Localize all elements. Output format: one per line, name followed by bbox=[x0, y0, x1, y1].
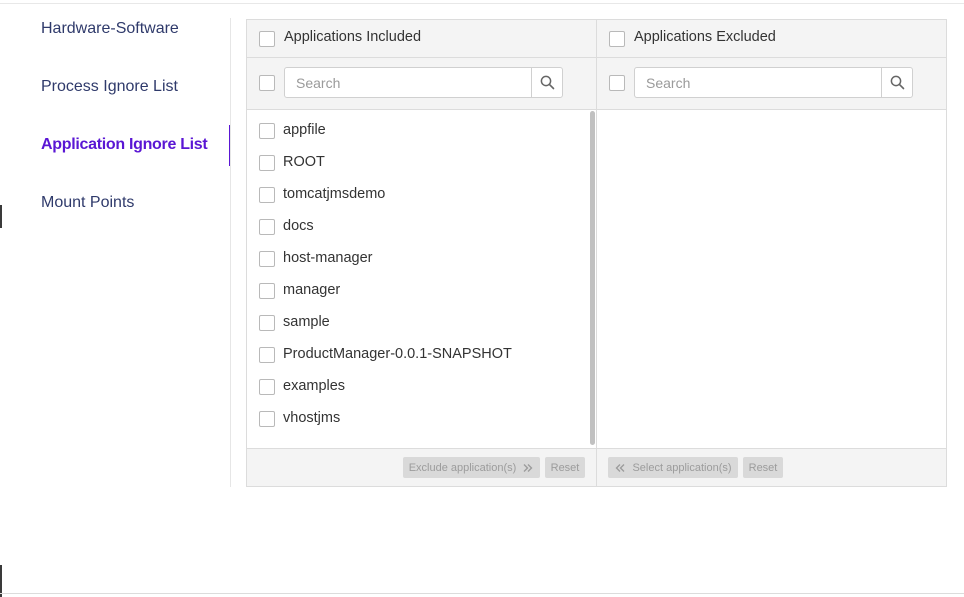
item-label: tomcatjmsdemo bbox=[283, 186, 386, 202]
list-item[interactable]: sample bbox=[247, 309, 596, 341]
excluded-search-input[interactable] bbox=[635, 68, 881, 97]
list-item[interactable]: tomcatjmsdemo bbox=[247, 181, 596, 213]
select-all-included-checkbox[interactable] bbox=[259, 31, 275, 47]
search-icon bbox=[540, 75, 554, 90]
list-item[interactable]: manager bbox=[247, 277, 596, 309]
item-checkbox[interactable] bbox=[259, 379, 275, 395]
list-item[interactable]: examples bbox=[247, 373, 596, 405]
excluded-reset-button[interactable]: Reset bbox=[743, 457, 783, 478]
list-item[interactable]: docs bbox=[247, 213, 596, 245]
item-label: vhostjms bbox=[283, 410, 341, 426]
select-filtered-excluded-checkbox[interactable] bbox=[609, 75, 625, 91]
sidebar-item-process-ignore-list[interactable]: Process Ignore List bbox=[41, 78, 178, 96]
select-applications-label: Select application(s) bbox=[632, 461, 732, 474]
exclude-applications-button[interactable]: Exclude application(s) bbox=[403, 457, 540, 478]
list-item[interactable]: appfile bbox=[247, 117, 596, 149]
settings-sidebar: Hardware-Software Process Ignore List Ap… bbox=[0, 0, 231, 487]
item-checkbox[interactable] bbox=[259, 123, 275, 139]
item-checkbox[interactable] bbox=[259, 219, 275, 235]
list-item[interactable]: ProductManager-0.0.1-SNAPSHOT bbox=[247, 341, 596, 373]
item-label: docs bbox=[283, 218, 314, 234]
excluded-panel: Applications Excluded Select application… bbox=[596, 19, 947, 487]
list-item[interactable]: host-manager bbox=[247, 245, 596, 277]
included-list-scrollbar[interactable] bbox=[590, 111, 595, 445]
item-label: examples bbox=[283, 378, 346, 394]
included-title: Applications Included bbox=[284, 29, 422, 45]
exclude-applications-label: Exclude application(s) bbox=[408, 461, 517, 474]
included-reset-button[interactable]: Reset bbox=[545, 457, 585, 478]
excluded-title: Applications Excluded bbox=[634, 29, 776, 45]
item-label: ROOT bbox=[283, 154, 325, 170]
sidebar-item-mount-points[interactable]: Mount Points bbox=[41, 194, 134, 212]
included-search-button[interactable] bbox=[531, 68, 562, 97]
select-filtered-included-checkbox[interactable] bbox=[259, 75, 275, 91]
excluded-footer: Select application(s) Reset bbox=[597, 448, 946, 486]
select-applications-button[interactable]: Select application(s) bbox=[608, 457, 738, 478]
item-label: ProductManager-0.0.1-SNAPSHOT bbox=[283, 346, 512, 362]
excluded-search-box bbox=[634, 67, 913, 98]
excluded-search-bar bbox=[597, 58, 946, 110]
bottom-divider bbox=[0, 593, 964, 594]
item-label: host-manager bbox=[283, 250, 373, 266]
double-chevron-left-icon bbox=[615, 463, 625, 472]
select-all-excluded-checkbox[interactable] bbox=[609, 31, 625, 47]
excluded-search-button[interactable] bbox=[881, 68, 912, 97]
included-search-input[interactable] bbox=[285, 68, 531, 97]
search-icon bbox=[890, 75, 904, 90]
sidebar-divider bbox=[230, 18, 231, 487]
included-list: appfile ROOT tomcatjmsdemo docs host-man… bbox=[247, 111, 596, 449]
excluded-header: Applications Excluded bbox=[597, 20, 946, 58]
item-checkbox[interactable] bbox=[259, 315, 275, 331]
included-header: Applications Included bbox=[247, 20, 596, 58]
included-search-box bbox=[284, 67, 563, 98]
sidebar-item-hardware-software[interactable]: Hardware-Software bbox=[41, 20, 179, 38]
item-checkbox[interactable] bbox=[259, 155, 275, 171]
item-label: sample bbox=[283, 314, 330, 330]
sidebar-item-application-ignore-list[interactable]: Application Ignore List bbox=[41, 136, 208, 154]
double-chevron-right-icon bbox=[523, 463, 533, 472]
included-footer: Exclude application(s) Reset bbox=[247, 448, 596, 486]
list-item[interactable]: vhostjms bbox=[247, 405, 596, 437]
item-label: appfile bbox=[283, 122, 326, 138]
item-label: manager bbox=[283, 282, 341, 298]
item-checkbox[interactable] bbox=[259, 347, 275, 363]
item-checkbox[interactable] bbox=[259, 283, 275, 299]
item-checkbox[interactable] bbox=[259, 251, 275, 267]
excluded-list bbox=[597, 111, 946, 449]
item-checkbox[interactable] bbox=[259, 187, 275, 203]
included-search-bar bbox=[247, 58, 596, 110]
item-checkbox[interactable] bbox=[259, 411, 275, 427]
included-panel: Applications Included appfile ROOT tomca… bbox=[246, 19, 597, 487]
list-item[interactable]: ROOT bbox=[247, 149, 596, 181]
